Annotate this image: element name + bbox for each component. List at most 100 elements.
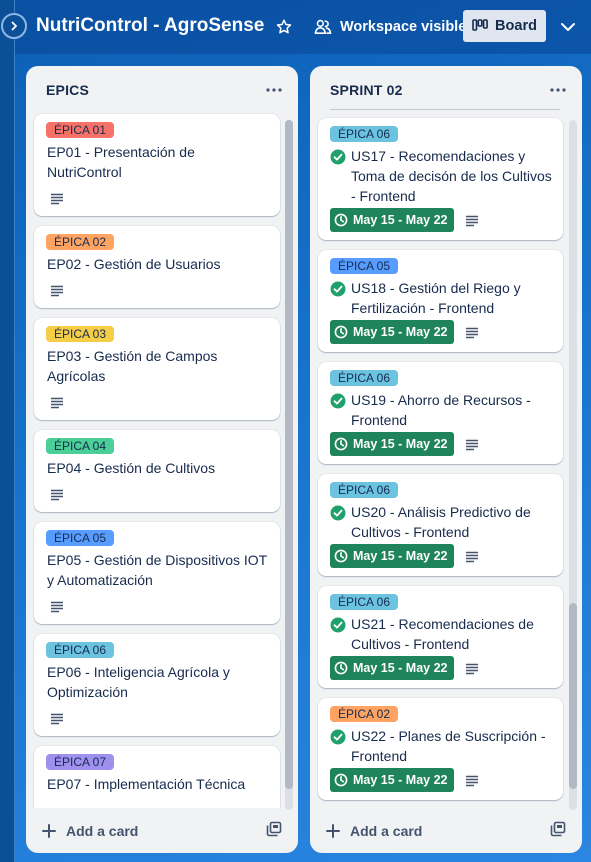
scrollbar-thumb[interactable] — [285, 120, 293, 790]
scrollbar-thumb[interactable] — [569, 603, 577, 790]
description-icon — [50, 192, 64, 205]
sprint-card[interactable]: ÉPICA 05 US18 - Gestión del Riego y Ferti… — [318, 250, 563, 352]
check-circle-icon — [330, 617, 346, 633]
more-icon — [266, 88, 282, 92]
plus-icon — [42, 824, 56, 838]
sprint-card[interactable]: ÉPICA 02 US22 - Planes de Suscripción - F… — [318, 698, 563, 800]
add-card-button[interactable]: Add a card — [42, 823, 138, 839]
add-card-label: Add a card — [66, 823, 139, 839]
team-icon — [314, 19, 332, 35]
epic-card[interactable]: ÉPICA 06 EP06 - Inteligencia Agrícola y O… — [34, 634, 280, 736]
epic-label[interactable]: ÉPICA 05 — [330, 258, 399, 274]
epic-label[interactable]: ÉPICA 06 — [330, 126, 399, 142]
card-title: EP02 - Gestión de Usuarios — [47, 256, 221, 272]
check-circle-icon — [330, 393, 346, 409]
sprint-card[interactable]: ÉPICA 06 US19 - Ahorro de Recursos - Fron… — [318, 362, 563, 464]
list-menu-button[interactable] — [260, 78, 288, 102]
more-icon — [550, 88, 566, 92]
board-view-button[interactable]: Board — [463, 10, 546, 42]
card-title: EP07 - Implementación Técnica — [47, 776, 246, 792]
check-circle-icon — [330, 505, 346, 521]
date-range: May 15 - May 22 — [353, 437, 448, 451]
clock-icon — [334, 661, 348, 675]
list-scrollbar[interactable] — [285, 120, 293, 810]
description-icon — [50, 712, 64, 725]
star-icon — [276, 19, 292, 34]
date-range: May 15 - May 22 — [353, 549, 448, 563]
cards-container: ÉPICA 06 US17 - Recomendaciones y Toma de… — [310, 112, 582, 808]
add-card-label: Add a card — [350, 823, 423, 839]
date-badge[interactable]: May 15 - May 22 — [330, 432, 454, 456]
plus-icon — [326, 824, 340, 838]
epic-card[interactable]: ÉPICA 07 EP07 - Implementación Técnica — [34, 746, 280, 808]
left-rail — [0, 0, 15, 862]
epic-label[interactable]: ÉPICA 03 — [46, 326, 115, 342]
expand-sidebar-button[interactable] — [1, 13, 27, 39]
card-title: US22 - Planes de Suscripción - Frontend — [351, 728, 546, 764]
scroll-edge-divider — [330, 109, 560, 110]
date-range: May 15 - May 22 — [353, 661, 448, 675]
description-icon — [465, 662, 479, 675]
card-title: US18 - Gestión del Riego y Fertilización… — [351, 280, 521, 316]
card-title: EP06 - Inteligencia Agrícola y Optimizac… — [47, 664, 230, 700]
epic-label[interactable]: ÉPICA 05 — [46, 530, 115, 546]
date-badge[interactable]: May 15 - May 22 — [330, 656, 454, 680]
epic-label[interactable]: ÉPICA 07 — [46, 754, 115, 770]
sprint-card[interactable]: ÉPICA 06 US20 - Análisis Predictivo de Cu… — [318, 474, 563, 576]
board-title[interactable]: NutriControl - AgroSense — [36, 15, 264, 37]
description-icon — [50, 284, 64, 297]
list-title[interactable]: EPICS — [46, 82, 89, 98]
workspace-visibility-button[interactable]: Workspace visible — [308, 12, 472, 42]
clock-icon — [334, 437, 348, 451]
epic-label[interactable]: ÉPICA 02 — [330, 706, 399, 722]
chevron-right-icon — [11, 21, 18, 31]
list-title[interactable]: SPRINT 02 — [330, 82, 403, 98]
description-icon — [50, 396, 64, 409]
board-header: NutriControl - AgroSense Workspace visib… — [15, 0, 591, 54]
date-badge[interactable]: May 15 - May 22 — [330, 320, 454, 344]
epic-label[interactable]: ÉPICA 06 — [46, 642, 115, 658]
date-range: May 15 - May 22 — [353, 213, 448, 227]
create-from-template-button[interactable] — [266, 821, 282, 837]
card-title: US17 - Recomendaciones y Toma de decisón… — [351, 148, 552, 204]
list-scrollbar[interactable] — [569, 120, 577, 810]
epic-card[interactable]: ÉPICA 02 EP02 - Gestión de Usuarios — [34, 226, 280, 308]
card-title: US20 - Análisis Predictivo de Cultivos -… — [351, 504, 531, 540]
description-icon — [465, 214, 479, 227]
epic-label[interactable]: ÉPICA 06 — [330, 482, 399, 498]
cards-container: ÉPICA 01 EP01 - Presentación de NutriCont… — [26, 112, 298, 808]
visibility-label: Workspace visible — [340, 19, 467, 35]
star-button[interactable] — [271, 14, 297, 40]
epic-label[interactable]: ÉPICA 02 — [46, 234, 115, 250]
clock-icon — [334, 773, 348, 787]
list-epics: EPICS ÉPICA 01 EP01 - Presentación de Nut… — [26, 66, 298, 853]
sprint-card[interactable]: ÉPICA 06 US21 - Recomendaciones de Cultiv… — [318, 586, 563, 688]
views-dropdown-button[interactable] — [553, 12, 583, 42]
date-range: May 15 - May 22 — [353, 325, 448, 339]
epic-label[interactable]: ÉPICA 06 — [330, 370, 399, 386]
date-badge[interactable]: May 15 - May 22 — [330, 208, 454, 232]
epic-card[interactable]: ÉPICA 03 EP03 - Gestión de Campos Agrícol… — [34, 318, 280, 420]
description-icon — [465, 326, 479, 339]
board-icon — [472, 19, 488, 31]
epic-card[interactable]: ÉPICA 04 EP04 - Gestión de Cultivos — [34, 430, 280, 512]
epic-card[interactable]: ÉPICA 01 EP01 - Presentación de NutriCont… — [34, 114, 280, 216]
epic-label[interactable]: ÉPICA 06 — [330, 594, 399, 610]
list-menu-button[interactable] — [544, 78, 572, 102]
date-badge[interactable]: May 15 - May 22 — [330, 544, 454, 568]
card-title: EP04 - Gestión de Cultivos — [47, 460, 216, 476]
add-card-button[interactable]: Add a card — [326, 823, 422, 839]
template-icon — [550, 821, 566, 837]
date-badge[interactable]: May 15 - May 22 — [330, 768, 454, 792]
create-from-template-button[interactable] — [550, 821, 566, 837]
check-circle-icon — [330, 729, 346, 745]
description-icon — [465, 438, 479, 451]
sprint-card[interactable]: ÉPICA 06 US17 - Recomendaciones y Toma de… — [318, 118, 563, 240]
clock-icon — [334, 213, 348, 227]
epic-label[interactable]: ÉPICA 01 — [46, 122, 115, 138]
epic-label[interactable]: ÉPICA 04 — [46, 438, 115, 454]
template-icon — [266, 821, 282, 837]
epic-card[interactable]: ÉPICA 05 EP05 - Gestión de Dispositivos I… — [34, 522, 280, 624]
description-icon — [50, 600, 64, 613]
card-title: US21 - Recomendaciones de Cultivos - Fro… — [351, 616, 534, 652]
